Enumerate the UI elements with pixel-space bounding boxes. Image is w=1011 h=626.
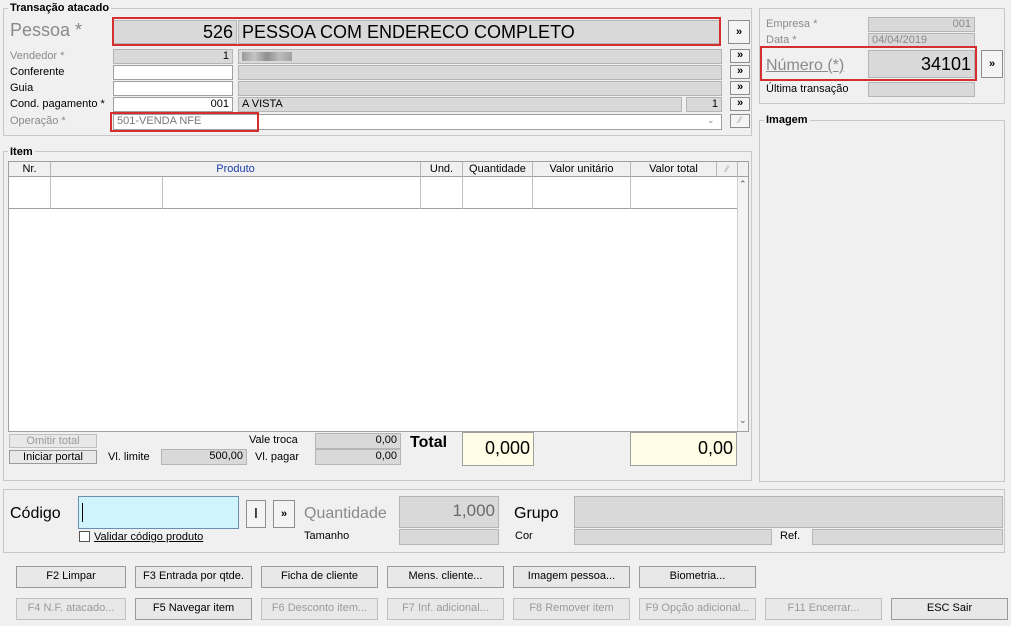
operacao-highlight — [110, 112, 259, 132]
mens-cliente-button[interactable]: Mens. cliente... — [387, 566, 504, 588]
grid-header: Nr. Produto Und. Quantidade Valor unitár… — [9, 162, 748, 177]
f6-desconto-item-button[interactable]: F6 Desconto item... — [261, 598, 378, 620]
operacao-clear-icon[interactable]: ⁄⁄ — [730, 114, 750, 128]
conferente-code-field[interactable] — [113, 65, 233, 80]
vendedor-name-blur — [242, 52, 292, 61]
operacao-label: Operação * — [10, 115, 66, 127]
f3-entrada-button[interactable]: F3 Entrada por qtde. — [135, 566, 252, 588]
total-label: Total — [410, 434, 448, 451]
pessoa-highlight — [112, 17, 721, 46]
cond-pagamento-label: Cond. pagamento * — [10, 98, 105, 110]
transacao-title: Transação atacado — [8, 2, 112, 14]
cond-pagamento-parcelas-field[interactable]: 1 — [686, 97, 722, 112]
vale-troca-field: 0,00 — [315, 433, 401, 449]
empresa-label: Empresa * — [766, 18, 818, 30]
f5-navegar-item-button[interactable]: F5 Navegar item — [135, 598, 252, 620]
codigo-i-button[interactable]: I — [246, 500, 266, 528]
ref-field — [812, 529, 1003, 545]
text-cursor — [82, 503, 83, 522]
numero-highlight — [760, 46, 977, 81]
scroll-down-icon[interactable]: ⌄ — [739, 415, 747, 426]
vl-pagar-field: 0,00 — [315, 449, 401, 465]
total-value-field: 0,00 — [630, 432, 737, 466]
codigo-input[interactable] — [78, 496, 239, 529]
quantidade-label: Quantidade — [304, 505, 387, 522]
pessoa-more-button[interactable]: » — [728, 20, 750, 44]
conferente-label: Conferente — [10, 66, 65, 78]
item-title: Item — [8, 146, 35, 158]
conferente-name-field[interactable] — [238, 65, 722, 80]
col-produto[interactable]: Produto — [51, 162, 421, 177]
ficha-cliente-button[interactable]: Ficha de cliente — [261, 566, 378, 588]
row-divider — [162, 177, 163, 209]
tamanho-label: Tamanho — [304, 530, 350, 542]
empresa-field: 001 — [868, 17, 975, 32]
guia-name-field[interactable] — [238, 81, 722, 96]
vl-limite-field: 500,00 — [161, 449, 247, 465]
row-divider — [462, 177, 463, 209]
col-und[interactable]: Und. — [421, 162, 463, 177]
operacao-chevron-down-icon[interactable]: ⌄ — [707, 115, 715, 126]
vale-troca-label: Vale troca — [249, 434, 298, 446]
guia-code-field[interactable] — [113, 81, 233, 96]
quantidade-field[interactable]: 1,000 — [399, 496, 499, 528]
col-config-icon[interactable]: ⁄⁄ — [717, 162, 738, 177]
vendedor-name-field[interactable] — [238, 49, 722, 64]
row-divider — [532, 177, 533, 209]
vendedor-code-field[interactable]: 1 — [113, 49, 233, 64]
ref-label: Ref. — [780, 530, 801, 542]
numero-more-button[interactable]: » — [981, 50, 1003, 78]
cond-pagamento-more-button[interactable]: » — [730, 97, 750, 111]
grupo-label: Grupo — [514, 505, 559, 522]
conferente-more-button[interactable]: » — [730, 65, 750, 79]
row-divider — [50, 177, 51, 209]
esc-sair-button[interactable]: ESC Sair — [891, 598, 1008, 620]
iniciar-portal-button[interactable]: Iniciar portal — [9, 450, 97, 464]
col-nr[interactable]: Nr. — [9, 162, 51, 177]
scroll-up-icon[interactable]: ⌃ — [739, 179, 747, 190]
codigo-label: Código — [10, 505, 61, 522]
cor-field — [574, 529, 772, 545]
vl-pagar-label: Vl. pagar — [255, 451, 300, 463]
row-divider — [630, 177, 631, 209]
f11-encerrar-button[interactable]: F11 Encerrar... — [765, 598, 882, 620]
f8-remover-item-button[interactable]: F8 Remover item — [513, 598, 630, 620]
biometria-button[interactable]: Biometria... — [639, 566, 756, 588]
codigo-more-button[interactable]: » — [273, 500, 295, 528]
validar-label[interactable]: Validar código produto — [94, 531, 203, 544]
tamanho-field — [399, 529, 499, 545]
col-valor-total[interactable]: Valor total — [631, 162, 717, 177]
cond-pagamento-name-field[interactable]: A VISTA — [238, 97, 682, 112]
cor-label: Cor — [515, 530, 533, 542]
f4-nf-atacado-button[interactable]: F4 N.F. atacado... — [16, 598, 126, 620]
ultima-transacao-field — [868, 82, 975, 97]
f2-limpar-button[interactable]: F2 Limpar — [16, 566, 126, 588]
total-quantity-field: 0,000 — [462, 432, 534, 466]
vl-limite-label: Vl. limite — [108, 451, 150, 463]
grid-scrollbar[interactable]: ⌃ ⌄ — [737, 177, 748, 431]
guia-label: Guia — [10, 82, 34, 94]
item-grid[interactable]: Nr. Produto Und. Quantidade Valor unitár… — [8, 161, 749, 432]
pessoa-label: Pessoa * — [10, 20, 83, 40]
omitir-total-button[interactable]: Omitir total — [9, 434, 97, 448]
table-row[interactable] — [9, 177, 737, 209]
col-quantidade[interactable]: Quantidade — [463, 162, 533, 177]
row-divider — [420, 177, 421, 209]
ultima-transacao-label: Última transação — [766, 83, 849, 95]
vendedor-more-button[interactable]: » — [730, 49, 750, 63]
cond-pagamento-code-field[interactable]: 001 — [113, 97, 233, 112]
imagem-pessoa-button[interactable]: Imagem pessoa... — [513, 566, 630, 588]
imagem-group — [759, 120, 1005, 482]
grupo-field — [574, 496, 1003, 528]
vendedor-label: Vendedor * — [10, 50, 65, 62]
col-valor-unitario[interactable]: Valor unitário — [533, 162, 631, 177]
guia-more-button[interactable]: » — [730, 81, 750, 95]
f7-inf-adicional-button[interactable]: F7 Inf. adicional... — [387, 598, 504, 620]
validar-checkbox[interactable] — [79, 531, 90, 542]
f9-opcao-adicional-button[interactable]: F9 Opção adicional... — [639, 598, 756, 620]
imagem-title: Imagem — [764, 114, 810, 126]
